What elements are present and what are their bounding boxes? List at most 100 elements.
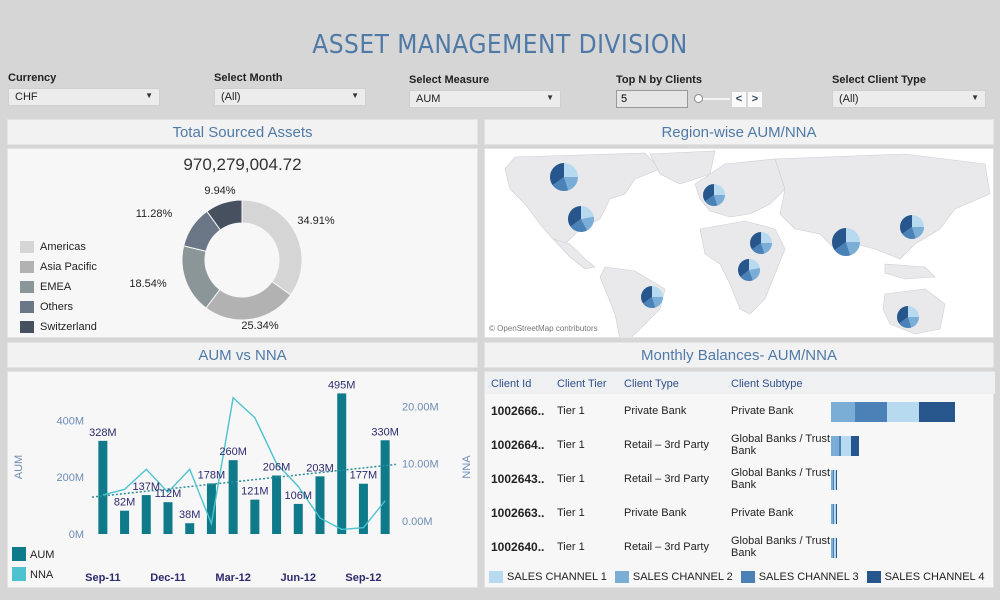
table-row[interactable]: 1002640.. Tier 1 Retail – 3rd Party Global … bbox=[485, 530, 995, 564]
legend-label: SALES CHANNEL 3 bbox=[758, 571, 859, 583]
client-type-filter: Select Client Type (All) ▼ bbox=[832, 74, 986, 108]
aum-bar[interactable] bbox=[315, 476, 325, 534]
dashboard-title: ASSET MANAGEMENT DIVISION bbox=[312, 30, 688, 60]
x-tick-label: Jun-12 bbox=[281, 572, 316, 584]
currency-dropdown[interactable]: CHF ▼ bbox=[8, 88, 160, 106]
dropdown-arrow-icon: ▼ bbox=[145, 91, 153, 100]
client-type-cell: Private Bank bbox=[624, 507, 687, 519]
total-assets-panel: 970,279,004.72 Americas Asia Pacific EMEA O… bbox=[7, 148, 478, 338]
client-type-cell: Retail – 3rd Party bbox=[624, 473, 709, 485]
donut-label: 9.94% bbox=[204, 185, 235, 197]
measure-label: Select Measure bbox=[409, 74, 490, 86]
currency-value: CHF bbox=[15, 91, 38, 103]
client-type-cell: Retail – 3rd Party bbox=[624, 439, 709, 451]
region-map-title: Region-wise AUM/NNA bbox=[484, 119, 994, 145]
aum-bar[interactable] bbox=[380, 440, 390, 534]
donut-label: 25.34% bbox=[241, 320, 279, 332]
aum-nna-chart: 0M 200M 400M AUM 0.00M 10.00M 20.00M NNA 328M 82M… bbox=[12, 379, 473, 584]
client-type-label: Select Client Type bbox=[832, 74, 926, 86]
aum-bar[interactable] bbox=[250, 499, 260, 534]
topn-slider[interactable] bbox=[694, 90, 730, 108]
dropdown-arrow-icon: ▼ bbox=[351, 91, 359, 100]
donut-slice-americas[interactable] bbox=[241, 199, 303, 296]
donut-slice-asia-pacific[interactable] bbox=[205, 280, 292, 321]
aum-bar[interactable] bbox=[228, 460, 238, 534]
aum-bar-label: 178M bbox=[198, 469, 226, 481]
map-marker-japan[interactable] bbox=[900, 215, 924, 239]
client-type-dropdown[interactable]: (All) ▼ bbox=[832, 90, 986, 108]
region-map-panel[interactable]: © OpenStreetMap contributors bbox=[484, 148, 994, 338]
client-subtype-cell: Global Banks / Trust Bank bbox=[731, 433, 831, 457]
aum-bar[interactable] bbox=[163, 502, 173, 534]
aum-bar[interactable] bbox=[337, 393, 347, 534]
map-marker-united-states[interactable] bbox=[568, 206, 594, 232]
map-marker-egypt[interactable] bbox=[750, 232, 772, 254]
header-client-subtype[interactable]: Client Subtype bbox=[731, 378, 803, 390]
month-filter: Select Month (All) ▼ bbox=[214, 72, 366, 106]
legend-sales-channel-1: SALES CHANNEL 1 bbox=[489, 571, 607, 583]
combo-legend: AUM NNA bbox=[12, 547, 54, 581]
map-marker-australia[interactable] bbox=[897, 306, 919, 328]
table-row[interactable]: 1002643.. Tier 1 Retail – 3rd Party Global … bbox=[485, 462, 995, 496]
map-attribution: © OpenStreetMap contributors bbox=[489, 324, 598, 333]
client-type-cell: Private Bank bbox=[624, 405, 687, 417]
legend-swatch bbox=[866, 571, 881, 583]
aum-bar-label: 82M bbox=[114, 497, 135, 509]
topn-label: Top N by Clients bbox=[616, 74, 702, 86]
topn-increment-button[interactable]: > bbox=[748, 91, 762, 107]
legend-swatch-nna bbox=[12, 567, 26, 581]
channel-segment bbox=[851, 436, 859, 456]
aum-bar-label: 328M bbox=[89, 427, 117, 439]
aum-bar-label: 203M bbox=[306, 462, 334, 474]
month-dropdown[interactable]: (All) ▼ bbox=[214, 88, 366, 106]
client-subtype-cell: Private Bank bbox=[731, 405, 794, 417]
aum-bar-label: 330M bbox=[371, 426, 399, 438]
slider-handle[interactable] bbox=[694, 94, 703, 103]
donut-label: 18.54% bbox=[129, 278, 167, 290]
map-marker-india[interactable] bbox=[832, 228, 860, 256]
aum-bar[interactable] bbox=[120, 510, 130, 534]
aum-bar-label: 495M bbox=[328, 379, 356, 391]
topn-decrement-button[interactable]: < bbox=[732, 91, 746, 107]
topn-input[interactable]: 5 bbox=[616, 90, 688, 108]
aum-bar[interactable] bbox=[272, 475, 282, 534]
header-client-id[interactable]: Client Id bbox=[491, 378, 531, 390]
table-row[interactable]: 1002663.. Tier 1 Private Bank Private Bank bbox=[485, 496, 995, 530]
legend-sales-channel-2: SALES CHANNEL 2 bbox=[614, 571, 733, 583]
sales-channel-stacked-bar[interactable] bbox=[831, 470, 837, 490]
client-tier-cell: Tier 1 bbox=[557, 405, 585, 417]
world-map[interactable] bbox=[485, 149, 994, 338]
donut-label: 11.28% bbox=[136, 208, 173, 220]
x-tick-label: Mar-12 bbox=[215, 572, 250, 584]
legend-label-nna: NNA bbox=[30, 569, 54, 581]
client-subtype-cell: Global Banks / Trust Bank bbox=[731, 535, 831, 559]
legend-label: SALES CHANNEL 2 bbox=[632, 571, 733, 583]
measure-value: AUM bbox=[416, 93, 441, 105]
aum-bar[interactable] bbox=[98, 440, 108, 534]
measure-dropdown[interactable]: AUM ▼ bbox=[409, 90, 561, 108]
table-row[interactable]: 1002664.. Tier 1 Retail – 3rd Party Global … bbox=[485, 428, 995, 462]
client-id-cell: 1002663.. bbox=[491, 506, 545, 520]
legend-swatch bbox=[614, 571, 629, 583]
table-row[interactable]: 1002666.. Tier 1 Private Bank Private Bank bbox=[485, 394, 995, 428]
map-marker-united-kingdom[interactable] bbox=[703, 184, 725, 206]
aum-bar[interactable] bbox=[293, 503, 303, 534]
indonesia-shape bbox=[884, 263, 936, 280]
channel-segment bbox=[831, 402, 855, 422]
channel-segment bbox=[831, 436, 839, 456]
aum-bar[interactable] bbox=[141, 495, 151, 534]
aum-bar[interactable] bbox=[185, 523, 195, 534]
header-client-tier[interactable]: Client Tier bbox=[557, 378, 607, 390]
sales-channel-stacked-bar[interactable] bbox=[831, 402, 955, 422]
map-marker-brazil[interactable] bbox=[641, 286, 663, 308]
legend-label: SALES CHANNEL 4 bbox=[884, 571, 985, 583]
sales-channel-stacked-bar[interactable] bbox=[831, 538, 837, 558]
channel-segment bbox=[835, 504, 837, 524]
map-marker-canada[interactable] bbox=[550, 163, 578, 191]
client-id-cell: 1002664.. bbox=[491, 438, 545, 452]
map-marker-central-africa[interactable] bbox=[738, 259, 760, 281]
header-client-type[interactable]: Client Type bbox=[624, 378, 679, 390]
aum-bar[interactable] bbox=[358, 483, 368, 534]
sales-channel-stacked-bar[interactable] bbox=[831, 436, 859, 456]
sales-channel-stacked-bar[interactable] bbox=[831, 504, 837, 524]
